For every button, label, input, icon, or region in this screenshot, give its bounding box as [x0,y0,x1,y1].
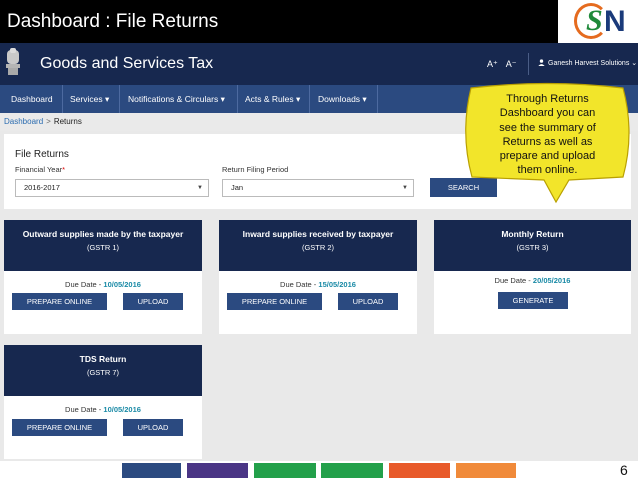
site-title: Goods and Services Tax [40,55,214,72]
color-strip-block [122,463,181,478]
site-header: Goods and Services Tax A⁺ A⁻ Ganesh Harv… [0,43,638,85]
gstr7-tile: TDS Return (GSTR 7) Due Date - 10/05/201… [4,345,202,459]
upload-button[interactable]: UPLOAD [123,293,183,310]
gst-logo: S N [566,0,638,43]
callout-bubble: Through Returns Dashboard you can see th… [465,82,630,204]
callout-line: Dashboard you can [499,107,596,120]
tile-title: Outward supplies made by the taxpayer [22,229,184,239]
due-date-line: Due Date - 15/05/2016 [280,280,356,289]
font-increase-button[interactable]: A⁺ [487,59,498,69]
tile-title: Monthly Return [501,229,564,239]
font-size-controls: A⁺ A⁻ [487,43,523,85]
user-name: Ganesh Harvest Solutions [548,60,630,67]
color-strip-block [321,463,383,478]
logo-letter-n: N [604,5,626,38]
due-date-value: 10/05/2016 [103,280,141,289]
prepare-online-button[interactable]: PREPARE ONLINE [12,293,107,310]
gstr1-tile: Outward supplies made by the taxpayer (G… [4,220,202,334]
nav-divider [377,85,378,113]
page-number: 6 [620,462,628,478]
tile-form-code: (GSTR 2) [301,243,335,252]
dropdown-arrow-icon: ▼ [402,185,408,191]
tile-header: TDS Return (GSTR 7) [4,345,202,396]
chevron-down-icon: ⌄ [631,60,638,67]
breadcrumb-dashboard-link[interactable]: Dashboard [4,117,43,126]
gstr3-tile: Monthly Return (GSTR 3) Due Date - 20/05… [434,220,631,334]
breadcrumb-current: Returns [53,117,82,126]
header-divider [528,53,529,75]
due-date-value: 20/05/2016 [532,276,571,285]
gstr2-tile: Inward supplies received by taxpayer (GS… [219,220,417,334]
user-icon [538,59,545,66]
tile-form-code: (GSTR 7) [86,368,120,377]
upload-button[interactable]: UPLOAD [338,293,398,310]
due-date-line: Due Date - 20/05/2016 [494,276,571,285]
due-date-line: Due Date - 10/05/2016 [65,405,141,414]
nav-divider [309,85,310,113]
prepare-online-button[interactable]: PREPARE ONLINE [12,419,107,436]
callout-text: Through Returns Dashboard you can see th… [481,92,614,178]
tile-header: Outward supplies made by the taxpayer (G… [4,220,202,271]
tile-title: TDS Return [79,354,127,364]
user-menu[interactable]: Ganesh Harvest Solutions ⌄ [538,43,637,85]
nav-dashboard[interactable]: Dashboard [4,85,60,113]
financial-year-value: 2016-2017 [24,183,60,192]
breadcrumb-separator: > [46,117,51,126]
tile-title: Inward supplies received by taxpayer [242,229,394,239]
tile-header: Inward supplies received by taxpayer (GS… [219,220,417,271]
period-select[interactable]: Jan ▼ [222,179,414,197]
period-value: Jan [231,183,244,192]
color-strip-block [254,463,316,478]
required-marker: * [62,165,66,174]
nav-notifications[interactable]: Notifications & Circulars ▾ [121,85,232,113]
due-date-value: 15/05/2016 [318,280,356,289]
dropdown-arrow-icon: ▼ [197,185,203,191]
financial-year-label: Financial Year* [15,165,66,174]
panel-title: File Returns [15,149,69,160]
font-decrease-button[interactable]: A⁻ [506,59,517,69]
callout-line: Returns as well as [502,135,593,148]
callout-line: see the summary of [499,121,596,134]
tile-header: Monthly Return (GSTR 3) [434,220,631,271]
color-strip-block [187,463,248,478]
period-label: Return Filing Period [222,165,289,174]
callout-line: prepare and upload [499,150,596,163]
nav-acts-rules[interactable]: Acts & Rules ▾ [238,85,307,113]
color-strip-block [456,463,516,478]
due-date-value: 10/05/2016 [103,405,141,414]
generate-button[interactable]: GENERATE [498,292,568,309]
due-date-line: Due Date - 10/05/2016 [65,280,141,289]
nav-downloads[interactable]: Downloads ▾ [311,85,374,113]
slide-title: Dashboard : File Returns [0,0,558,43]
national-emblem-icon [6,48,20,75]
callout-line: them online. [517,164,578,177]
color-strip-block [389,463,450,478]
logo-letter-s: S [586,4,603,37]
financial-year-select[interactable]: 2016-2017 ▼ [15,179,209,197]
tile-form-code: (GSTR 1) [86,243,120,252]
nav-divider [119,85,120,113]
callout-line: Through Returns [506,93,589,105]
tile-form-code: (GSTR 3) [516,243,549,252]
prepare-online-button[interactable]: PREPARE ONLINE [227,293,322,310]
nav-services[interactable]: Services ▾ [63,85,116,113]
upload-button[interactable]: UPLOAD [123,419,183,436]
